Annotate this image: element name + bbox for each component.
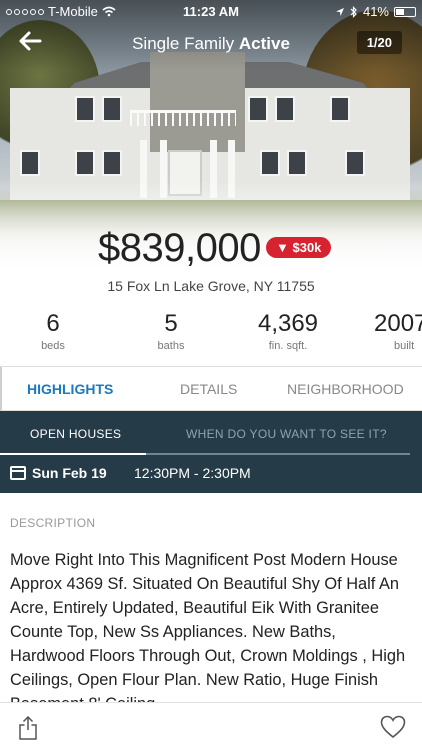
photo-counter: 1/20 (356, 31, 402, 54)
photo-window (287, 150, 307, 176)
open-houses-tab-indicator (0, 453, 410, 455)
photo-window (20, 150, 40, 176)
photo-window (248, 96, 268, 122)
stat-baths: 5 baths (116, 310, 226, 352)
bluetooth-icon (350, 5, 357, 18)
open-house-date[interactable]: Sun Feb 19 (32, 465, 107, 481)
stat-label: built (394, 340, 415, 352)
photo-window (102, 150, 122, 176)
description-container: Move Right Into This Magnificent Post Mo… (0, 540, 422, 702)
calendar-icon (10, 466, 26, 480)
favorite-button[interactable] (380, 715, 406, 739)
listing-address[interactable]: 15 Fox Ln Lake Grove, NY 11755 (0, 278, 422, 294)
stat-value: 5 (164, 310, 178, 337)
description-label: DESCRIPTION (10, 516, 96, 530)
photo-window (102, 96, 122, 122)
stat-value: 2007 (374, 310, 422, 337)
tab-open-houses[interactable]: OPEN HOUSES (30, 427, 121, 441)
photo-window (75, 150, 95, 176)
photo-window (260, 150, 280, 176)
share-icon (19, 715, 37, 740)
stat-label: beds (41, 340, 65, 352)
stat-built: 2007 built (374, 310, 422, 352)
tab-neighborhood[interactable]: NEIGHBORHOOD (287, 381, 404, 397)
photo-window (330, 96, 350, 122)
photo-window (75, 96, 95, 122)
status-right: 41% (335, 4, 416, 19)
share-button[interactable] (18, 715, 38, 740)
status-bar: T-Mobile 11:23 AM 41% (0, 0, 422, 22)
tab-details[interactable]: DETAILS (180, 381, 237, 397)
price-drop-badge: ▼ $30k (266, 237, 332, 258)
tab-schedule-showing[interactable]: WHEN DO YOU WANT TO SEE IT? (186, 427, 387, 441)
open-houses-panel: OPEN HOUSES WHEN DO YOU WANT TO SEE IT? … (0, 411, 422, 493)
open-house-time[interactable]: 12:30PM - 2:30PM (134, 465, 251, 481)
battery-icon (394, 6, 416, 17)
stat-beds: 6 beds (0, 310, 108, 352)
stat-sqft: 4,369 fin. sqft. (233, 310, 343, 352)
location-icon (335, 7, 344, 16)
photo-window (345, 150, 365, 176)
listing-price: $839,000 (98, 226, 261, 270)
listing-type: Single Family (132, 34, 235, 53)
description-text: Move Right Into This Magnificent Post Mo… (10, 551, 406, 702)
stat-value: 4,369 (257, 310, 319, 337)
photo-window (275, 96, 295, 122)
listing-status: Active (238, 34, 290, 53)
stat-label: baths (157, 340, 185, 352)
bottom-toolbar (0, 702, 422, 750)
stats-row: 6 beds 5 baths 4,369 fin. sqft. 2007 bui… (0, 310, 422, 358)
photo-balcony (130, 110, 236, 126)
tab-divider (0, 367, 2, 412)
section-tabs: HIGHLIGHTS DETAILS NEIGHBORHOOD (0, 366, 422, 412)
stat-value: 6 (46, 310, 60, 337)
tab-highlights[interactable]: HIGHLIGHTS (27, 381, 113, 397)
battery-percent: 41% (362, 4, 389, 19)
heart-icon (380, 715, 406, 739)
stat-label: fin. sqft. (268, 340, 308, 352)
